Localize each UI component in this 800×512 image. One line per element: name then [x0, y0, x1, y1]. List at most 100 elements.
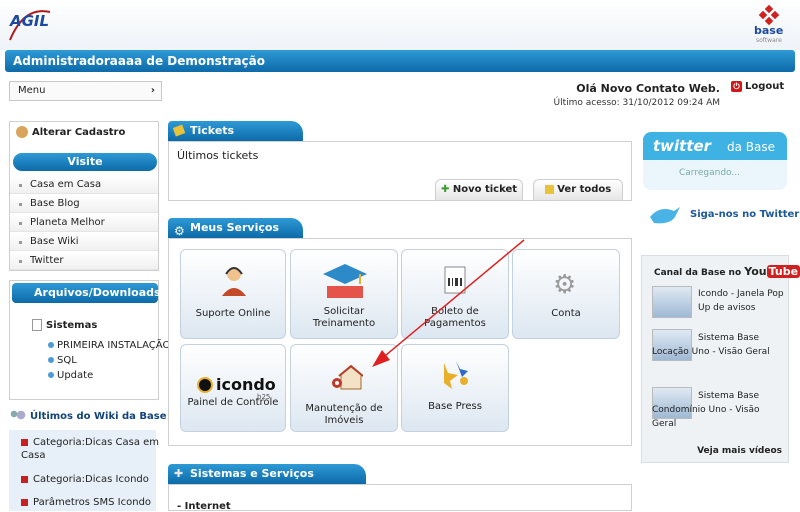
page-title: Administradoraaaa de Demonstração: [13, 54, 266, 68]
user-greeting: Olá Novo Contato Web.: [576, 82, 720, 95]
globe-icon: [48, 342, 54, 348]
icondo-icon: [197, 376, 213, 393]
tile-label: Suporte Online: [195, 308, 271, 319]
wiki-panel: Categoria:Dicas Casa em Casa Categoria:D…: [9, 430, 159, 511]
visite-header: Visite: [13, 153, 157, 171]
document-icon: [32, 319, 42, 331]
sidebar-item-planeta-melhor[interactable]: Planeta Melhor: [10, 214, 158, 232]
house-gear-icon: [332, 364, 363, 390]
youtube-logo-you: You: [744, 265, 767, 278]
annotation-arrow-icon: [372, 239, 525, 367]
wiki-header: Últimos do Wiki da Base: [10, 410, 167, 422]
wiki-item-dicas-casa[interactable]: Categoria:Dicas Casa em Casa: [21, 436, 161, 462]
youtube-widget: Canal da Base no You Tube Icondo - Janela…: [641, 255, 800, 463]
bullet-icon: [21, 438, 28, 446]
sugeridos-header: ✚ Sistemas e Serviços Sugeridos: [168, 464, 366, 500]
arquivos-panel: Arquivos/Downloads Sistemas PRIMEIRA INS…: [9, 280, 170, 400]
alterar-cadastro-link[interactable]: Alterar Cadastro: [16, 126, 125, 138]
menu-dropdown[interactable]: Menu ›: [9, 81, 162, 101]
wiki-label: Categoria:Dicas Casa em Casa: [21, 437, 160, 461]
wiki-title: Últimos do Wiki da Base: [30, 410, 167, 422]
wiki-item-dicas-icondo[interactable]: Categoria:Dicas Icondo: [21, 473, 161, 486]
view-all-label: Ver todos: [557, 184, 612, 195]
video-thumb[interactable]: [652, 286, 692, 318]
twitter-follow-label: Siga-nos no Twitter: [690, 208, 800, 220]
sistemas-label: Sistemas: [46, 320, 98, 331]
globe-icon: [48, 357, 54, 363]
agil-logo[interactable]: AGIL: [6, 4, 56, 44]
sugerido-item[interactable]: - Internet: [177, 501, 231, 512]
tile-label: Manutenção de Imóveis: [305, 403, 383, 426]
twitter-follow-link[interactable]: Siga-nos no Twitter: [648, 203, 799, 225]
tile-label: Base Press: [428, 401, 482, 412]
icondo-logo: icondo: [197, 375, 276, 394]
arquivos-header: Arquivos/Downloads: [12, 283, 161, 303]
last-access: Último acesso: 31/10/2012 09:24 AM: [553, 98, 720, 108]
new-ticket-label: Novo ticket: [452, 184, 518, 195]
sistemas-folder[interactable]: Sistemas: [32, 319, 97, 331]
download-item-sql[interactable]: SQL: [48, 355, 77, 366]
wiki-label: Parâmetros SMS Icondo: [33, 497, 152, 508]
twitter-loading: Carregando...: [679, 168, 740, 178]
download-item-primeira[interactable]: PRIMEIRA INSTALAÇÃO: [48, 340, 170, 351]
page-title-bar: Administradoraaaa de Demonstração: [5, 50, 795, 72]
twitter-widget[interactable]: twitter da Base Carregando...: [643, 132, 787, 190]
download-label: SQL: [57, 355, 77, 366]
header-band: [0, 0, 800, 50]
sidebar-item-base-blog[interactable]: Base Blog: [10, 195, 158, 213]
download-label: Update: [57, 370, 94, 381]
base-logo-text: base: [754, 24, 783, 37]
sidebar-item-base-wiki[interactable]: Base Wiki: [10, 233, 158, 251]
power-icon: ⏻: [731, 81, 742, 92]
tickets-panel: Últimos tickets ✚ Novo ticket Ver todos: [168, 141, 632, 201]
bullet-icon: [21, 498, 28, 506]
chevron-right-icon: ›: [150, 85, 155, 96]
gear-icon: ⚙: [553, 270, 577, 300]
menu-label: Menu: [18, 85, 46, 96]
globe-icon: [48, 372, 54, 378]
base-logo-sub: software: [756, 37, 782, 44]
sugeridos-panel: - Internet: [168, 484, 632, 512]
new-ticket-button[interactable]: ✚ Novo ticket: [435, 179, 523, 201]
twitter-logo: twitter: [653, 137, 712, 155]
visite-panel: Alterar Cadastro Visite Casa em Casa Bas…: [9, 121, 159, 271]
arquivos-title: Arquivos/Downloads: [34, 286, 161, 299]
youtube-title: Canal da Base no: [654, 268, 742, 278]
download-item-update[interactable]: Update: [48, 370, 93, 381]
support-agent-icon: [222, 267, 246, 296]
bird-icon: [650, 207, 680, 224]
tile-label: Painel de Controle: [187, 397, 279, 408]
wiki-item-sms-icondo[interactable]: Parâmetros SMS Icondo: [21, 496, 161, 509]
logout-label: Logout: [745, 81, 785, 92]
video-link[interactable]: Sistema Base Condomínio Uno - Visão Gera…: [652, 389, 784, 431]
sidebar-item-casa-em-casa[interactable]: Casa em Casa: [10, 176, 158, 194]
tickets-header: Tickets: [168, 121, 303, 141]
ticket-icon: [172, 124, 186, 137]
tile-suporte-online[interactable]: Suporte Online: [180, 249, 286, 339]
tickets-subtitle: Últimos tickets: [177, 149, 259, 162]
alterar-cadastro-label: Alterar Cadastro: [32, 126, 126, 138]
tile-painel-controle[interactable]: icondo b25 Painel de Controle: [180, 344, 286, 432]
view-all-button[interactable]: Ver todos: [533, 179, 623, 201]
plus-icon: ✚: [174, 467, 184, 480]
people-icon: [10, 410, 26, 422]
user-edit-icon: [16, 126, 28, 138]
download-label: PRIMEIRA INSTALAÇÃO: [57, 340, 171, 351]
base-software-logo[interactable]: base software: [750, 4, 794, 44]
tickets-title: Tickets: [190, 124, 235, 137]
logout-button[interactable]: ⏻ Logout: [731, 81, 784, 92]
servicos-title: Meus Serviços: [190, 221, 279, 234]
twitter-suffix: da Base: [727, 140, 776, 154]
youtube-more-link[interactable]: Veja mais vídeos: [697, 446, 782, 456]
list-icon: [544, 184, 554, 194]
plus-icon: ✚: [440, 184, 450, 195]
video-link[interactable]: Icondo - Janela Pop Up de avisos: [698, 287, 784, 315]
bullet-icon: [21, 475, 28, 483]
agil-logo-text: AGIL: [9, 12, 49, 30]
video-link[interactable]: Sistema Base Locação Uno - Visão Geral: [652, 331, 784, 359]
wiki-label: Categoria:Dicas Icondo: [33, 474, 149, 485]
icondo-logo-text: icondo: [216, 375, 276, 394]
youtube-header: Canal da Base no You Tube: [654, 265, 800, 278]
sidebar-item-twitter[interactable]: Twitter: [10, 252, 158, 270]
servicos-header: ⚙ Meus Serviços: [168, 218, 303, 238]
